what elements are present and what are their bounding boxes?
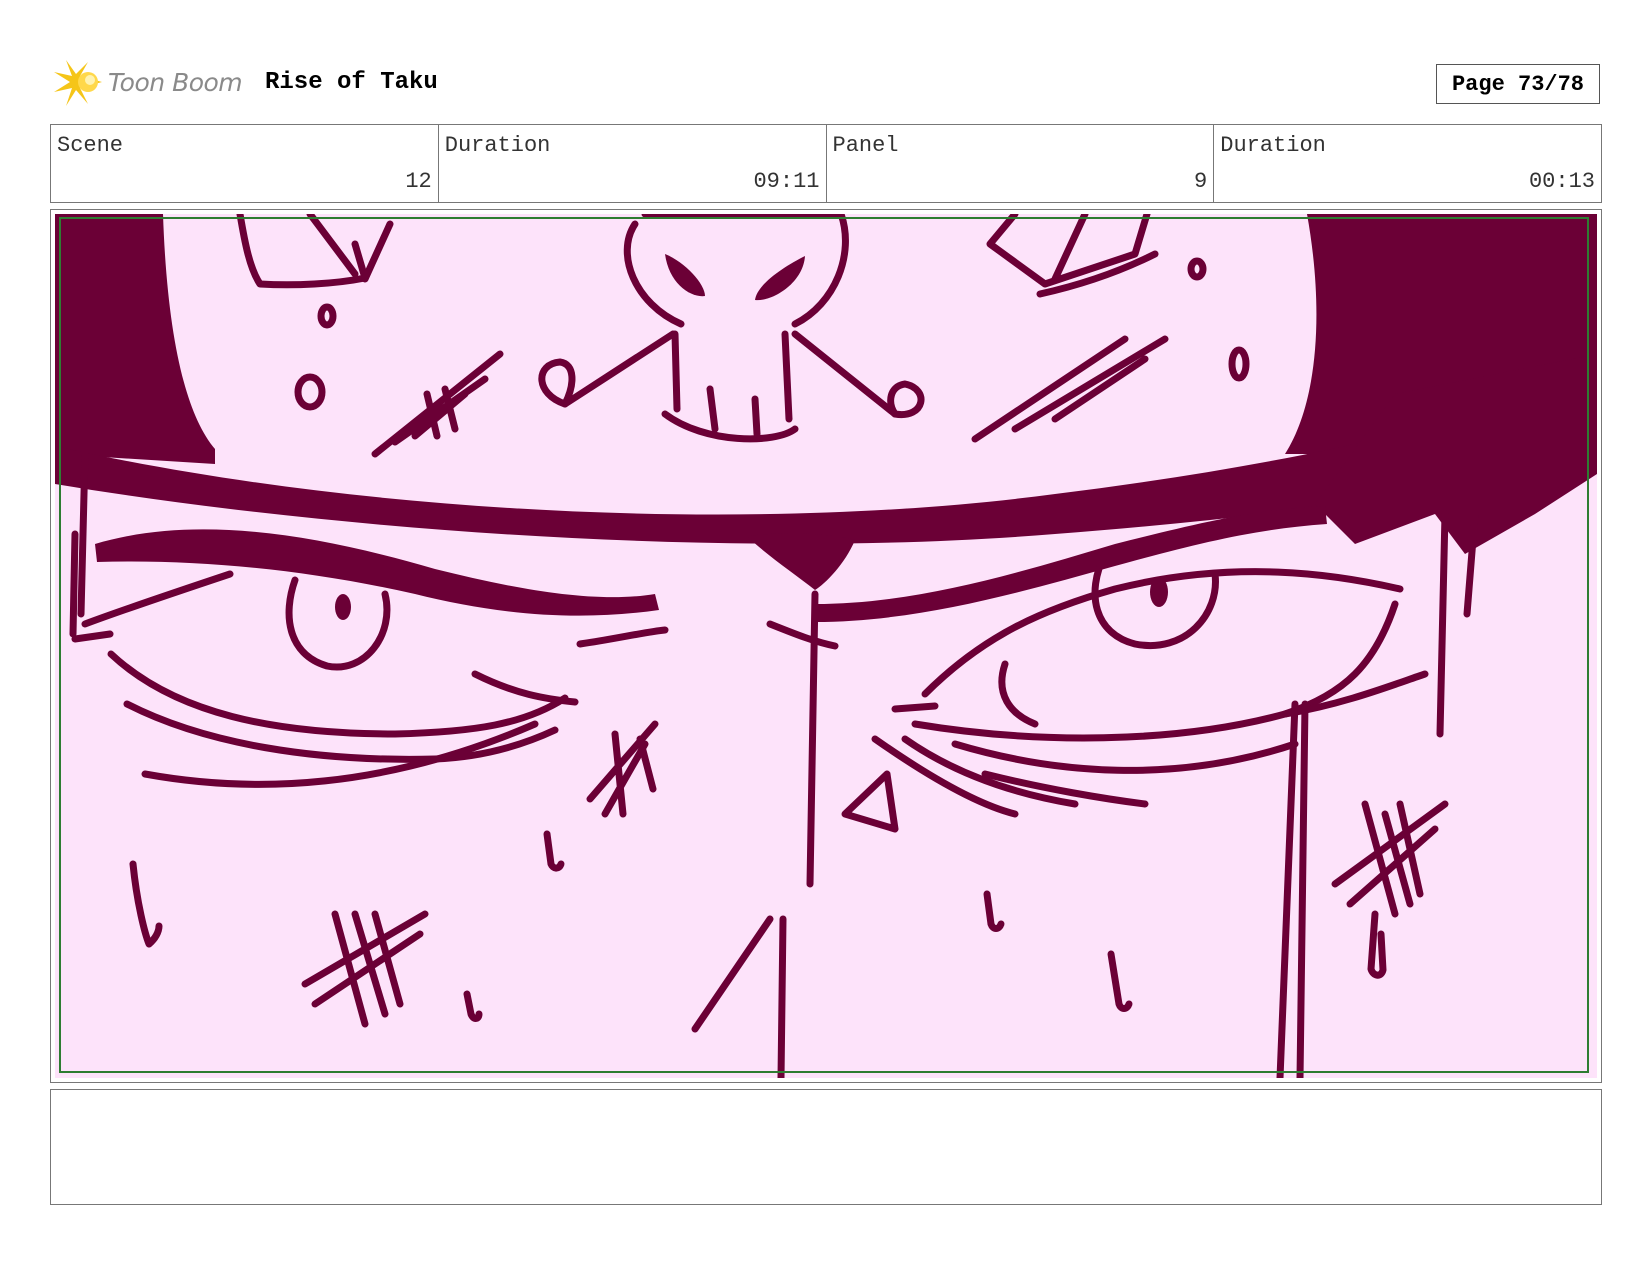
page-number-badge: Page 73/78: [1436, 64, 1600, 104]
scene-duration-value: 09:11: [753, 169, 820, 194]
toon-boom-logo: Toon Boom: [52, 58, 252, 108]
panel-duration-label: Duration: [1220, 133, 1326, 158]
scene-cell: Scene 12: [51, 125, 439, 202]
panel-value: 9: [1194, 169, 1208, 194]
panel-label: Panel: [832, 133, 899, 158]
scene-duration-label: Duration: [444, 133, 551, 158]
page-header: Toon Boom Rise of Taku: [52, 58, 1602, 108]
scene-label: Scene: [57, 133, 124, 158]
scene-duration-cell: Duration 09:11: [439, 125, 827, 202]
storyboard-panel-image: [55, 214, 1597, 1078]
panel-notes-box: [50, 1089, 1602, 1205]
starburst-icon: [54, 60, 102, 106]
logo-wordmark: Toon Boom: [108, 68, 243, 97]
panel-cell: Panel 9: [827, 125, 1215, 202]
panel-duration-value: 00:13: [1528, 169, 1595, 194]
panel-info-table: Scene 12 Duration 09:11 Panel 9 Duration…: [50, 124, 1602, 203]
storyboard-panel-frame: [50, 209, 1602, 1083]
panel-duration-cell: Duration 00:13: [1214, 125, 1601, 202]
project-title: Rise of Taku: [265, 69, 438, 96]
scene-value: 12: [405, 169, 432, 194]
panel-sketch: [55, 214, 1597, 1078]
